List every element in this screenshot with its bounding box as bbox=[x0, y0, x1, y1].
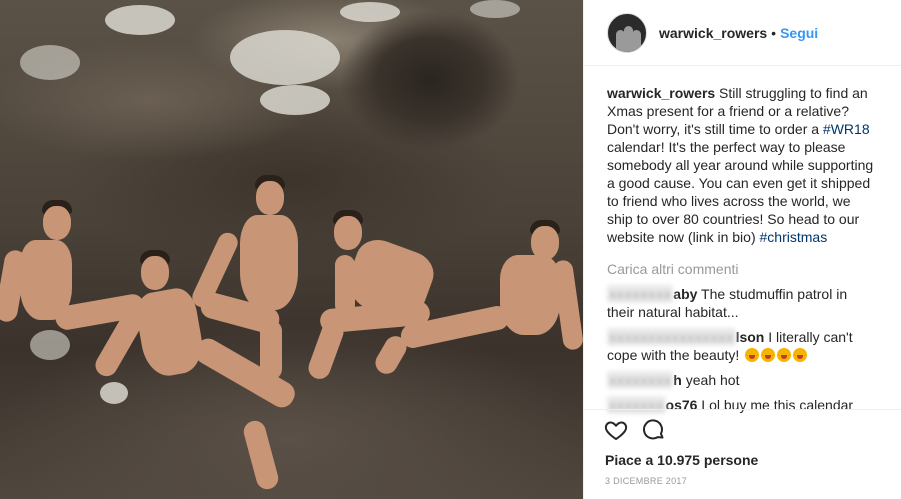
comments-section: warwick_rowers Still struggling to find … bbox=[584, 66, 901, 414]
rock-lichen bbox=[105, 5, 175, 35]
comment-bubble-icon[interactable] bbox=[642, 418, 666, 442]
post-photo[interactable] bbox=[0, 0, 583, 499]
rock-lichen bbox=[230, 30, 340, 85]
hashtag-link[interactable]: #christmas bbox=[760, 229, 828, 245]
rock-lichen bbox=[100, 382, 128, 404]
comment-item: xxxxxxxx aby The studmuffin patrol in the… bbox=[607, 285, 877, 321]
comment-item: xxxxxxxxxxxxxxxx lson I literally can't c… bbox=[607, 328, 877, 364]
comment-item: xxxxxxxx h yeah hot bbox=[607, 371, 877, 389]
comment-username[interactable]: h bbox=[673, 372, 682, 388]
caption-username[interactable]: warwick_rowers bbox=[607, 85, 715, 101]
grinning-emoji-icon bbox=[761, 348, 776, 362]
post-date[interactable]: 3 DICEMBRE 2017 bbox=[600, 476, 885, 486]
post-actions: Piace a 10.975 persone 3 DICEMBRE 2017 bbox=[584, 409, 901, 486]
heart-icon[interactable] bbox=[604, 418, 628, 442]
grinning-emoji-icon bbox=[793, 348, 808, 362]
rock-lichen bbox=[260, 85, 330, 115]
caption-text-2: calendar! It's the perfect way to please… bbox=[607, 139, 874, 245]
load-more-comments[interactable]: Carica altri commenti bbox=[607, 260, 877, 278]
rock-lichen bbox=[340, 2, 400, 22]
rock-lichen bbox=[20, 45, 80, 80]
caption: warwick_rowers Still struggling to find … bbox=[607, 84, 877, 246]
grinning-emoji-icon bbox=[745, 348, 760, 362]
header-username[interactable]: warwick_rowers bbox=[659, 25, 767, 41]
comment-username-redacted[interactable]: xxxxxxxxxxxxxxxx bbox=[607, 328, 736, 346]
post-header: warwick_rowers • Segui bbox=[584, 0, 901, 66]
comment-username[interactable]: aby bbox=[673, 286, 697, 302]
header-separator: • bbox=[771, 24, 777, 41]
rock-lichen bbox=[470, 0, 520, 18]
grinning-emoji-icon bbox=[777, 348, 792, 362]
comment-username-redacted[interactable]: xxxxxxxx bbox=[607, 371, 674, 389]
instagram-post: warwick_rowers • Segui warwick_rowers St… bbox=[0, 0, 901, 499]
hashtag-link[interactable]: #WR18 bbox=[823, 121, 870, 137]
comment-text: yeah hot bbox=[681, 372, 740, 388]
action-icons bbox=[600, 414, 885, 446]
rock-lichen bbox=[30, 330, 70, 360]
likes-count[interactable]: Piace a 10.975 persone bbox=[600, 452, 885, 468]
post-side-panel: warwick_rowers • Segui warwick_rowers St… bbox=[583, 0, 901, 499]
comment-username-redacted[interactable]: xxxxxxxx bbox=[607, 285, 674, 303]
follow-button[interactable]: Segui bbox=[780, 25, 818, 41]
avatar[interactable] bbox=[607, 12, 647, 53]
comment-username[interactable]: lson bbox=[736, 329, 765, 345]
